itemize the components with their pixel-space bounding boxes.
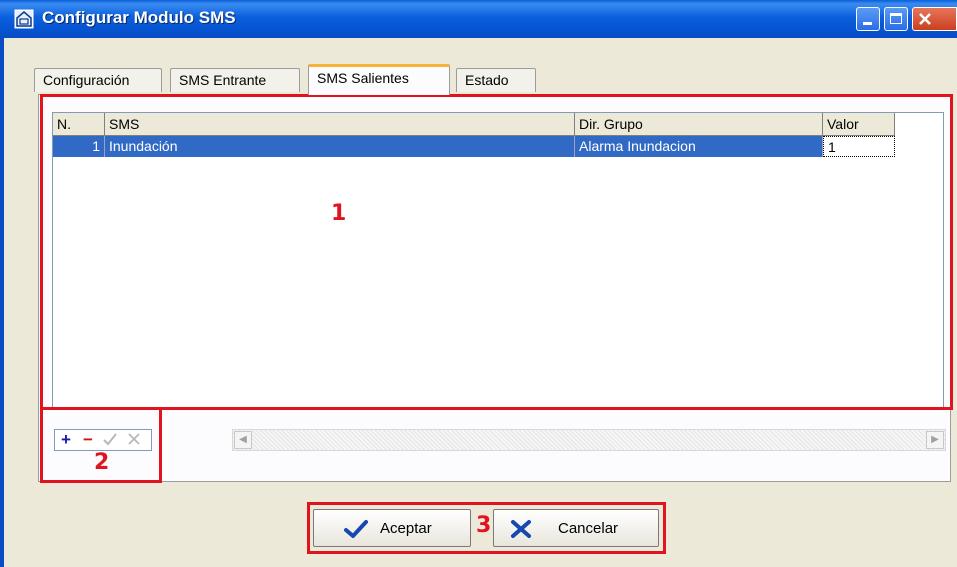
cancel-label: Cancelar (558, 520, 619, 537)
window-title: Configurar Modulo SMS (42, 8, 236, 27)
annotation-box-1 (40, 94, 953, 410)
minimize-button[interactable] (856, 7, 880, 31)
horizontal-scrollbar[interactable]: ◀ ▶ (232, 429, 946, 451)
window-frame-left (0, 38, 4, 567)
scroll-left-button[interactable]: ◀ (234, 431, 252, 449)
close-button[interactable] (912, 7, 957, 31)
maximize-button[interactable] (884, 7, 908, 31)
annotation-label-1: 1 (331, 201, 347, 226)
tab-configuracion[interactable]: Configuración (34, 68, 162, 92)
annotation-label-3: 3 (476, 513, 492, 538)
title-bar[interactable]: Configurar Modulo SMS (0, 0, 957, 38)
tab-estado[interactable]: Estado (456, 68, 536, 92)
app-icon (14, 9, 34, 29)
cancel-x-icon (511, 520, 531, 538)
tab-sms-entrante[interactable]: SMS Entrante (170, 68, 300, 92)
tab-sms-salientes[interactable]: SMS Salientes (308, 64, 450, 95)
checkmark-icon (344, 520, 368, 538)
accept-button[interactable]: Aceptar (313, 509, 471, 547)
close-icon (919, 13, 931, 25)
cancel-button[interactable]: Cancelar (493, 509, 659, 547)
annotation-label-2: 2 (94, 450, 110, 475)
scroll-right-button[interactable]: ▶ (926, 431, 944, 449)
accept-label: Aceptar (380, 520, 432, 537)
dialog-window: Configurar Modulo SMS Configuración SMS … (0, 0, 957, 567)
